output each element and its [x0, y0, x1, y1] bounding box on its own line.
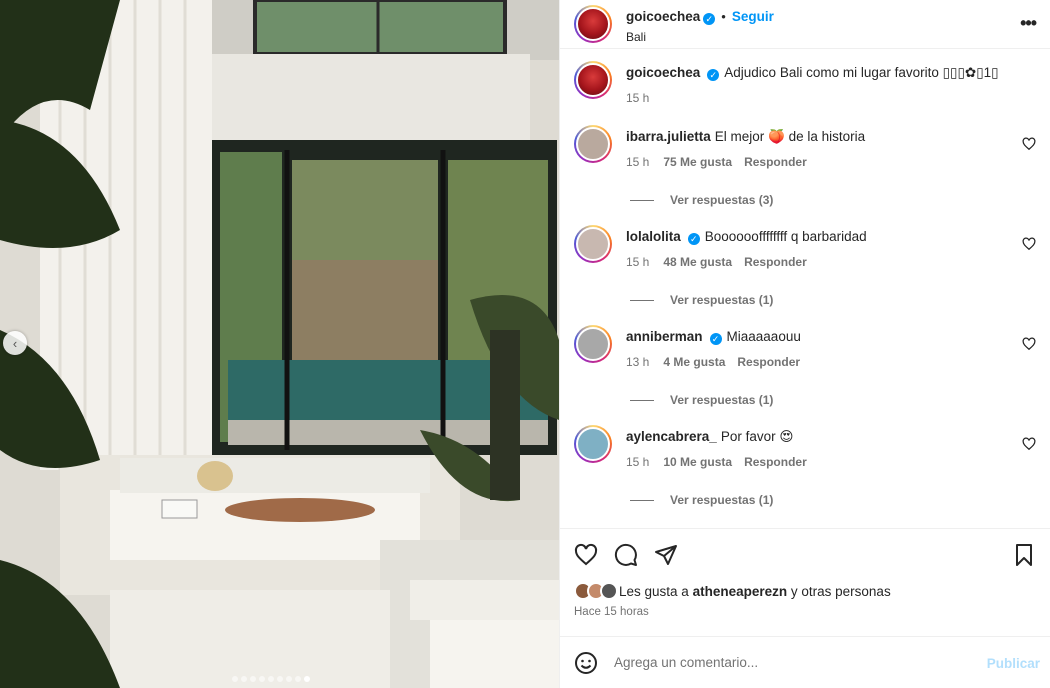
comment-item: lolalolita ✓ Booooooffffffff q barbaridad 1… [574, 225, 1036, 315]
carousel-dot [259, 676, 265, 682]
verified-icon: ✓ [703, 13, 716, 25]
view-replies-button[interactable]: Ver respuestas (1) [630, 393, 773, 407]
like-comment-icon[interactable] [1022, 237, 1036, 251]
post-photo [0, 0, 559, 688]
caption-username[interactable]: goicoechea [626, 65, 700, 80]
location-label[interactable]: Bali [626, 30, 774, 44]
caption: goicoechea ✓ Adjudico Bali como mi lugar f… [574, 61, 1036, 111]
carousel-dot [304, 676, 310, 682]
publish-button[interactable]: Publicar [987, 656, 1040, 671]
author-username[interactable]: goicoechea [626, 9, 700, 24]
follow-button[interactable]: Seguir [732, 9, 774, 24]
liker-avatar [600, 582, 618, 600]
comment-composer: Agrega un comentario... Publicar [560, 636, 1050, 688]
emoji-icon[interactable] [574, 651, 598, 675]
comment-username[interactable]: ibarra.julietta [626, 129, 711, 144]
comment-item: anniberman ✓ Miaaaaaouu 13 h 4 Me gusta Respo… [574, 325, 1036, 415]
comment-input[interactable]: Agrega un comentario... [614, 655, 758, 670]
comment-time: 15 h [626, 255, 650, 269]
comment-time: 15 h [626, 455, 650, 469]
like-comment-icon[interactable] [1022, 337, 1036, 351]
like-comment-icon[interactable] [1022, 137, 1036, 151]
comment-text: Miaaaaaouu [726, 329, 801, 344]
reply-button[interactable]: Responder [744, 255, 807, 269]
verified-icon: ✓ [687, 233, 700, 245]
carousel-dot [277, 676, 283, 682]
more-options-icon[interactable]: ••• [1020, 14, 1037, 32]
post-media: ‹ [0, 0, 559, 688]
carousel-indicator [232, 676, 310, 682]
commenter-avatar[interactable] [574, 425, 612, 463]
comment-likes[interactable]: 10 Me gusta [663, 455, 732, 469]
commenter-avatar[interactable] [574, 325, 612, 363]
caption-time: 15 h [626, 91, 650, 105]
comment-text: El mejor 🍑 de la historia [714, 129, 866, 144]
carousel-dot [286, 676, 292, 682]
view-replies-button[interactable]: Ver respuestas (3) [630, 193, 773, 207]
view-replies-button[interactable]: Ver respuestas (1) [630, 293, 773, 307]
caption-text: Adjudico Bali como mi lugar favorito ▯▯▯… [724, 65, 999, 80]
verified-icon: ✓ [709, 333, 722, 345]
post-modal: ‹ goicoechea ✓ • Seguir Bali ••• goicoechea… [0, 0, 1050, 688]
comment-username[interactable]: anniberman [626, 329, 703, 344]
post-timestamp: Hace 15 horas [574, 606, 649, 618]
likes-summary: Les gusta a atheneaperezn y otras person… [560, 580, 1050, 602]
comment-text: Por favor 😍 [720, 429, 794, 444]
comment-likes[interactable]: 48 Me gusta [663, 255, 732, 269]
post-sidebar: goicoechea ✓ • Seguir Bali ••• goicoechea ✓ A… [559, 0, 1050, 688]
share-icon[interactable] [654, 543, 678, 567]
comment-item: ibarra.julietta El mejor 🍑 de la historia… [574, 125, 1036, 215]
carousel-dot [232, 676, 238, 682]
comment-username[interactable]: lolalolita [626, 229, 681, 244]
carousel-dot [295, 676, 301, 682]
view-replies-button[interactable]: Ver respuestas (1) [630, 493, 773, 507]
comment-likes[interactable]: 75 Me gusta [663, 155, 732, 169]
likes-suffix[interactable]: y otras personas [791, 584, 891, 599]
commenter-avatar[interactable] [574, 125, 612, 163]
carousel-dot [250, 676, 256, 682]
caption-avatar[interactable] [574, 61, 612, 99]
action-bar [560, 528, 1050, 580]
separator-dot: • [721, 9, 726, 24]
comment-item: aylencabrera_ Por favor 😍 15 h 10 Me gusta R… [574, 425, 1036, 515]
chevron-left-icon: ‹ [12, 335, 18, 351]
author-avatar[interactable] [574, 5, 612, 43]
like-icon[interactable] [574, 543, 598, 567]
save-icon[interactable] [1012, 543, 1036, 567]
comment-likes[interactable]: 4 Me gusta [663, 355, 725, 369]
carousel-dot [268, 676, 274, 682]
commenter-avatar[interactable] [574, 225, 612, 263]
post-header: goicoechea ✓ • Seguir Bali ••• [560, 0, 1050, 48]
reply-button[interactable]: Responder [744, 455, 807, 469]
like-comment-icon[interactable] [1022, 437, 1036, 451]
reply-button[interactable]: Responder [737, 355, 800, 369]
likes-prefix: Les gusta a [619, 583, 689, 599]
comment-icon[interactable] [614, 543, 638, 567]
comment-time: 13 h [626, 355, 650, 369]
verified-icon: ✓ [707, 69, 720, 81]
carousel-prev-button[interactable]: ‹ [3, 331, 27, 355]
reply-button[interactable]: Responder [744, 155, 807, 169]
comments-panel[interactable]: goicoechea ✓ Adjudico Bali como mi lugar f… [560, 49, 1050, 528]
carousel-dot [241, 676, 247, 682]
comment-text: Booooooffffffff q barbaridad [704, 229, 867, 244]
comment-time: 15 h [626, 155, 650, 169]
comment-username[interactable]: aylencabrera_ [626, 429, 717, 444]
likes-user[interactable]: atheneaperezn [693, 584, 788, 599]
